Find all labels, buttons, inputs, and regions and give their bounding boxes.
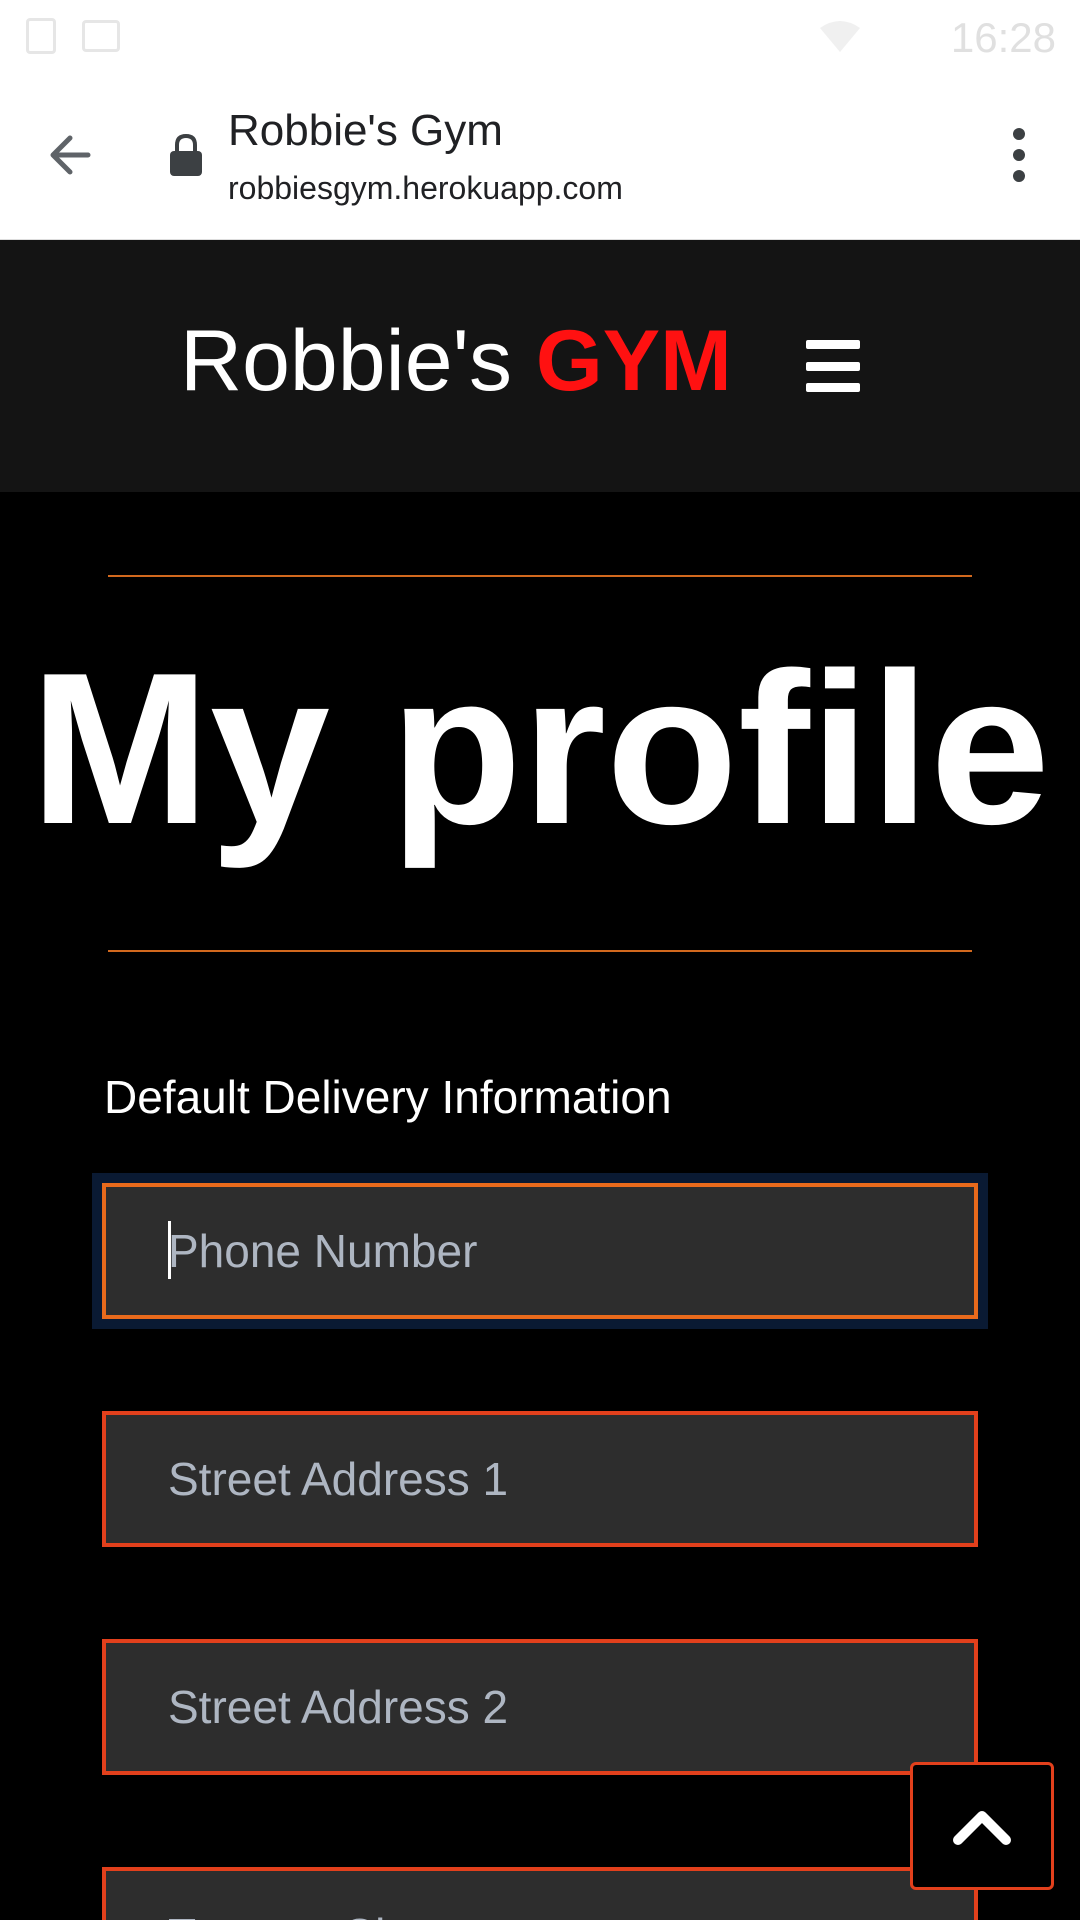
brand-accent: GYM	[535, 313, 732, 409]
text-caret	[168, 1221, 171, 1279]
page-title[interactable]: Robbie's Gym	[228, 106, 503, 156]
browser-toolbar: Robbie's Gym robbiesgym.herokuapp.com	[0, 74, 1080, 240]
hamburger-bar	[806, 361, 860, 371]
wifi-icon	[820, 21, 860, 52]
section-label: Default Delivery Information	[104, 1071, 672, 1123]
site-header: Robbie's GYM	[0, 240, 1080, 492]
street-address-1-input[interactable]	[102, 1411, 978, 1547]
brand-name: Robbie's	[180, 313, 512, 409]
phone-field-wrapper	[92, 1173, 988, 1329]
street-address-2-wrapper	[102, 1639, 978, 1775]
hamburger-icon[interactable]	[806, 340, 860, 392]
back-arrow-icon[interactable]	[38, 120, 108, 190]
phone-number-input[interactable]	[102, 1183, 978, 1319]
page-url[interactable]: robbiesgym.herokuapp.com	[228, 170, 623, 207]
divider-top	[108, 575, 972, 577]
status-bar: 16:28	[0, 0, 1080, 74]
brand-logo[interactable]: Robbie's GYM	[180, 312, 732, 411]
hamburger-bar	[806, 340, 860, 349]
hamburger-bar	[806, 383, 860, 392]
status-time: 16:28	[950, 14, 1056, 61]
town-city-wrapper	[102, 1867, 978, 1920]
menu-dot	[1013, 170, 1025, 182]
page-heading: My profile	[29, 627, 1051, 869]
street-address-1-wrapper	[102, 1411, 978, 1547]
status-icons	[26, 18, 120, 54]
chevron-up-icon	[953, 1811, 1011, 1845]
menu-dot	[1013, 128, 1025, 140]
more-vert-icon[interactable]	[984, 120, 1054, 190]
town-city-input[interactable]	[102, 1867, 978, 1920]
lock-icon[interactable]	[168, 132, 204, 178]
back-to-top-button[interactable]	[910, 1762, 1054, 1890]
sim-icon	[26, 18, 56, 54]
divider-bottom	[108, 950, 972, 952]
image-icon	[82, 20, 120, 52]
street-address-2-input[interactable]	[102, 1639, 978, 1775]
menu-dot	[1013, 149, 1025, 161]
